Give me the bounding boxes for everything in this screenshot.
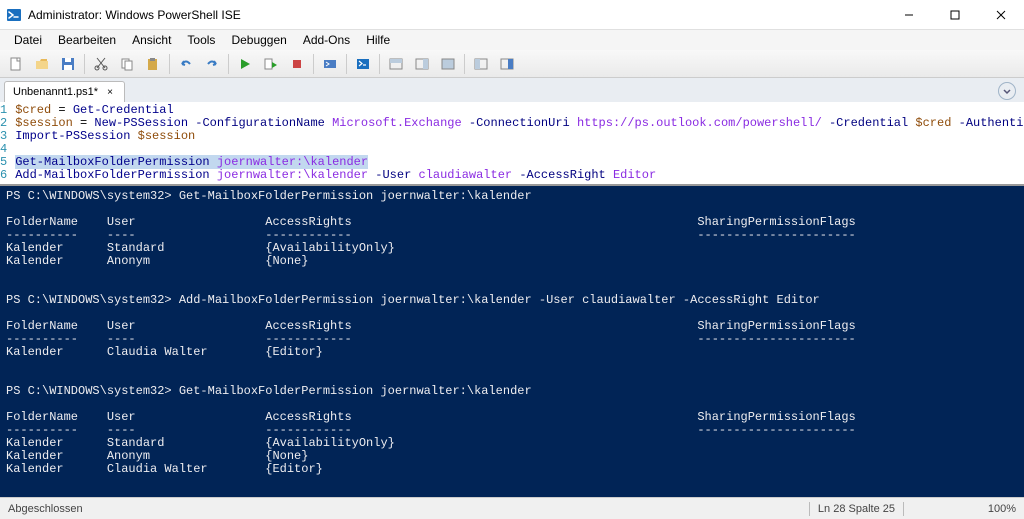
expand-script-icon[interactable] — [998, 82, 1016, 100]
toolbar-separator — [464, 54, 465, 74]
paste-icon[interactable] — [141, 52, 165, 76]
statusbar: Abgeschlossen Ln 28 Spalte 25 100% — [0, 497, 1024, 519]
show-script-icon[interactable] — [469, 52, 493, 76]
maximize-button[interactable] — [932, 0, 978, 30]
app-icon — [6, 7, 22, 23]
new-remote-icon[interactable] — [318, 52, 342, 76]
toolbar-separator — [84, 54, 85, 74]
new-icon[interactable] — [4, 52, 28, 76]
menu-addons[interactable]: Add-Ons — [295, 31, 358, 49]
menu-help[interactable]: Hilfe — [358, 31, 398, 49]
tab-label: Unbenannt1.ps1* — [13, 86, 98, 98]
cursor-position: Ln 28 Spalte 25 — [818, 503, 895, 515]
tabbar: Unbenannt1.ps1* × — [0, 78, 1024, 102]
status-divider — [903, 502, 904, 516]
menubar: Datei Bearbeiten Ansicht Tools Debuggen … — [0, 30, 1024, 50]
close-button[interactable] — [978, 0, 1024, 30]
run-selection-icon[interactable] — [259, 52, 283, 76]
zoom-level: 100% — [988, 503, 1016, 515]
console-pane[interactable]: PS C:\WINDOWS\system32> Get-MailboxFolde… — [0, 184, 1024, 497]
minimize-button[interactable] — [886, 0, 932, 30]
line-gutter: 123456 — [0, 104, 15, 182]
save-icon[interactable] — [56, 52, 80, 76]
run-icon[interactable] — [233, 52, 257, 76]
toolbar-separator — [379, 54, 380, 74]
titlebar: Administrator: Windows PowerShell ISE — [0, 0, 1024, 30]
toolbar — [0, 50, 1024, 78]
open-icon[interactable] — [30, 52, 54, 76]
menu-view[interactable]: Ansicht — [124, 31, 179, 49]
menu-file[interactable]: Datei — [6, 31, 50, 49]
layout-full-icon[interactable] — [436, 52, 460, 76]
toolbar-separator — [169, 54, 170, 74]
window-title: Administrator: Windows PowerShell ISE — [28, 8, 886, 22]
toolbar-separator — [346, 54, 347, 74]
cut-icon[interactable] — [89, 52, 113, 76]
menu-debug[interactable]: Debuggen — [223, 31, 294, 49]
tab-close-icon[interactable]: × — [104, 86, 116, 98]
menu-edit[interactable]: Bearbeiten — [50, 31, 124, 49]
code-area[interactable]: $cred = Get-Credential$session = New-PSS… — [15, 104, 1024, 182]
layout-top-icon[interactable] — [384, 52, 408, 76]
status-message: Abgeschlossen — [8, 503, 83, 515]
stop-icon[interactable] — [285, 52, 309, 76]
undo-icon[interactable] — [174, 52, 198, 76]
copy-icon[interactable] — [115, 52, 139, 76]
status-divider — [809, 502, 810, 516]
window-controls — [886, 0, 1024, 30]
show-command-addon-icon[interactable] — [495, 52, 519, 76]
layout-right-icon[interactable] — [410, 52, 434, 76]
menu-tools[interactable]: Tools — [179, 31, 223, 49]
script-editor[interactable]: 123456 $cred = Get-Credential$session = … — [0, 102, 1024, 184]
powershell-icon[interactable] — [351, 52, 375, 76]
toolbar-separator — [313, 54, 314, 74]
redo-icon[interactable] — [200, 52, 224, 76]
toolbar-separator — [228, 54, 229, 74]
script-tab[interactable]: Unbenannt1.ps1* × — [4, 81, 125, 102]
